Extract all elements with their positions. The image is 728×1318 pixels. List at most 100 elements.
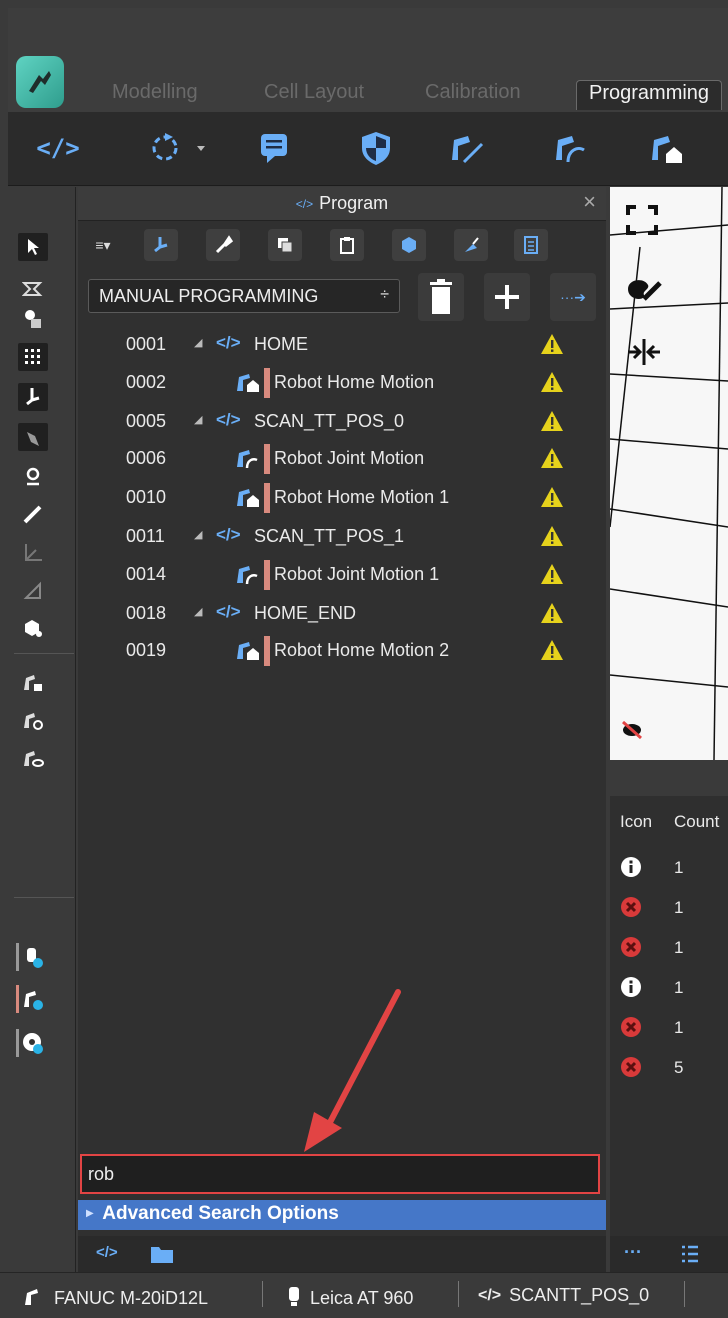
- tab-calibration[interactable]: Calibration: [425, 80, 521, 110]
- tree-row[interactable]: 0010 Robot Home Motion 1: [78, 483, 606, 513]
- paste-icon[interactable]: [330, 229, 364, 261]
- disc-connect-icon[interactable]: [16, 1029, 48, 1057]
- column-header-icon[interactable]: Icon: [620, 812, 652, 832]
- panel-title: Program: [319, 193, 389, 213]
- tracker-connect-icon[interactable]: [16, 943, 48, 971]
- tab-cell-layout[interactable]: Cell Layout: [264, 80, 364, 110]
- comment-icon[interactable]: [252, 128, 296, 168]
- advanced-search-label: Advanced Search Options: [102, 1203, 339, 1224]
- message-count: 1: [674, 858, 684, 877]
- row-number: 0005: [126, 411, 167, 431]
- message-row[interactable]: 1: [620, 896, 728, 922]
- expand-triangle-icon[interactable]: ◢: [194, 336, 202, 349]
- shield-icon[interactable]: [354, 128, 398, 168]
- object-add-icon[interactable]: [18, 615, 48, 643]
- ruler-icon[interactable]: [18, 501, 48, 529]
- list-icon[interactable]: [514, 229, 548, 261]
- add-motion-icon[interactable]: [144, 229, 178, 261]
- 3d-viewport[interactable]: [610, 187, 728, 760]
- robot-home-icon: [234, 485, 260, 509]
- program-icon: </>: [216, 525, 241, 544]
- location-icon[interactable]: [18, 463, 48, 491]
- collapse-view-icon[interactable]: [624, 335, 664, 369]
- message-row[interactable]: 1: [620, 976, 728, 1002]
- warning-icon: [540, 447, 564, 474]
- hide-icon[interactable]: [620, 719, 660, 753]
- robot-home-motion-icon[interactable]: [644, 128, 688, 168]
- expand-triangle-icon[interactable]: ◢: [194, 528, 202, 541]
- list-view-icon[interactable]: [680, 1244, 700, 1269]
- tracker-icon: [286, 1285, 302, 1312]
- message-row[interactable]: 1: [620, 936, 728, 962]
- row-number: 0001: [126, 334, 167, 354]
- row-number: 0002: [126, 372, 167, 392]
- robot-target-icon[interactable]: [18, 707, 48, 735]
- robot-linear-motion-icon[interactable]: [444, 128, 488, 168]
- expand-triangle-icon[interactable]: ◢: [194, 413, 202, 426]
- program-icon: </>: [216, 602, 241, 621]
- message-row[interactable]: 1: [620, 1016, 728, 1042]
- column-header-count[interactable]: Count: [674, 812, 719, 832]
- menu-dropdown-icon[interactable]: ≡▾: [88, 229, 118, 261]
- folder-icon[interactable]: [150, 1244, 174, 1269]
- programming-mode-select[interactable]: MANUAL PROGRAMMING ÷: [88, 279, 400, 313]
- message-count: 1: [674, 978, 684, 997]
- robot-joint-motion-icon[interactable]: [548, 128, 592, 168]
- angle-icon[interactable]: [18, 577, 48, 605]
- next-step-button[interactable]: ···➔: [550, 273, 596, 321]
- tree-row[interactable]: 0002 Robot Home Motion: [78, 368, 606, 398]
- pointer-icon[interactable]: [18, 423, 48, 451]
- row-number: 0011: [126, 526, 165, 546]
- delete-button[interactable]: [418, 273, 464, 321]
- error-icon: [620, 936, 642, 963]
- tag-icon[interactable]: [18, 275, 48, 303]
- panel-title-bar: </> Program: [78, 187, 606, 221]
- status-tracker[interactable]: Leica AT 960: [286, 1285, 413, 1312]
- tree-row[interactable]: 0006 Robot Joint Motion: [78, 444, 606, 474]
- loop-icon[interactable]: [142, 128, 212, 168]
- tree-row[interactable]: 0005 ◢ </> SCAN_TT_POS_0: [78, 407, 606, 437]
- status-robot[interactable]: FANUC M-20iD12L: [22, 1285, 208, 1312]
- cube-icon[interactable]: [392, 229, 426, 261]
- warning-icon: [540, 602, 564, 629]
- code-icon[interactable]: </>: [96, 1244, 118, 1261]
- axis-icon[interactable]: [18, 383, 48, 411]
- copy-icon[interactable]: [268, 229, 302, 261]
- message-count: 1: [674, 898, 684, 917]
- row-number: 0006: [126, 448, 167, 468]
- tab-programming[interactable]: Programming: [576, 80, 723, 110]
- tree-row[interactable]: 0011 ◢ </> SCAN_TT_POS_1: [78, 522, 606, 552]
- tab-modelling[interactable]: Modelling: [112, 80, 198, 110]
- more-icon[interactable]: ···: [624, 1242, 642, 1263]
- toolbar-divider: [14, 897, 74, 898]
- tree-row[interactable]: 0018 ◢ </> HOME_END: [78, 599, 606, 629]
- code-icon[interactable]: </>: [36, 128, 80, 168]
- robot-view-icon[interactable]: [18, 745, 48, 773]
- wrench-icon[interactable]: [206, 229, 240, 261]
- fit-view-icon[interactable]: [624, 203, 664, 237]
- close-icon[interactable]: ×: [583, 189, 596, 215]
- add-button[interactable]: [484, 273, 530, 321]
- objects-icon[interactable]: [18, 305, 48, 333]
- paint-palette-icon[interactable]: [624, 273, 664, 307]
- frame-icon[interactable]: [18, 539, 48, 567]
- message-row[interactable]: 1: [620, 856, 728, 882]
- search-input[interactable]: [80, 1154, 600, 1194]
- message-row[interactable]: 5: [620, 1056, 728, 1082]
- tree-row[interactable]: 0001 ◢ </> HOME: [78, 330, 606, 360]
- select-icon[interactable]: [18, 233, 48, 261]
- expand-triangle-icon[interactable]: ◢: [194, 605, 202, 618]
- status-program[interactable]: </> SCANTT_POS_0: [478, 1285, 649, 1306]
- program-panel: </> Program × ≡▾ MANUAL PROGRAMMING ÷ ··…: [78, 187, 606, 1272]
- grid-icon[interactable]: [18, 343, 48, 371]
- status-bar: FANUC M-20iD12L Leica AT 960 </> SCANTT_…: [0, 1272, 728, 1318]
- robot-connect-icon[interactable]: [16, 985, 48, 1013]
- warning-icon: [540, 563, 564, 590]
- advanced-search-toggle[interactable]: ▶ Advanced Search Options: [78, 1200, 606, 1230]
- tree-row[interactable]: 0019 Robot Home Motion 2: [78, 636, 606, 666]
- row-label: Robot Home Motion 2: [274, 640, 450, 660]
- robot-lock-icon[interactable]: [18, 669, 48, 697]
- clean-icon[interactable]: [454, 229, 488, 261]
- tree-row[interactable]: 0014 Robot Joint Motion 1: [78, 560, 606, 590]
- row-number: 0019: [126, 640, 167, 660]
